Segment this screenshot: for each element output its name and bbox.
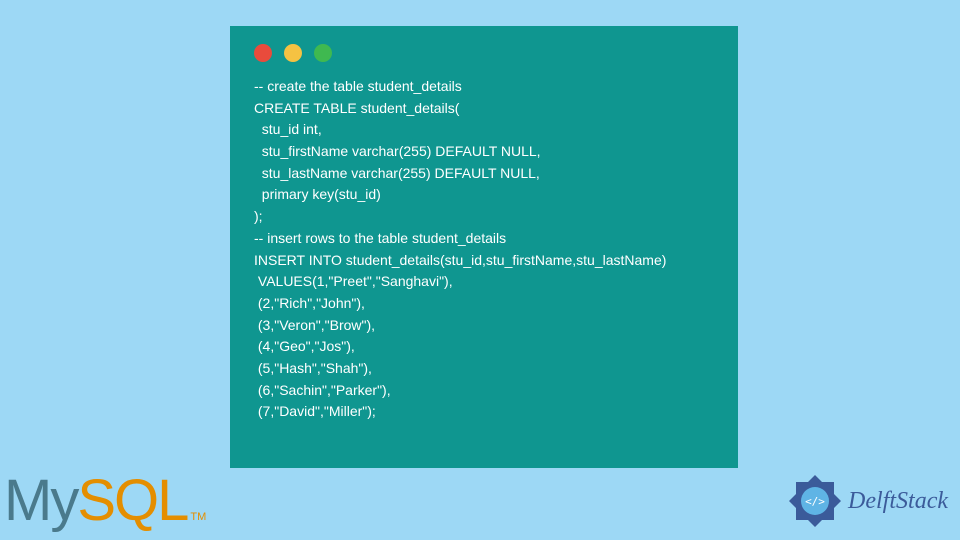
mysql-logo-my: My (4, 468, 77, 533)
mysql-logo: MySQLTM (4, 467, 206, 534)
delftstack-badge-icon: </> (788, 474, 842, 528)
mysql-logo-tm: TM (190, 511, 206, 523)
close-icon[interactable] (254, 44, 272, 62)
delftstack-logo: </> DelftStack (788, 474, 948, 528)
maximize-icon[interactable] (314, 44, 332, 62)
minimize-icon[interactable] (284, 44, 302, 62)
sql-code-block: -- create the table student_details CREA… (230, 76, 738, 443)
delftstack-text: DelftStack (848, 488, 948, 515)
svg-text:</>: </> (805, 495, 825, 508)
mysql-logo-sql: SQL (77, 468, 187, 533)
code-window: -- create the table student_details CREA… (230, 26, 738, 468)
window-controls (230, 38, 738, 76)
